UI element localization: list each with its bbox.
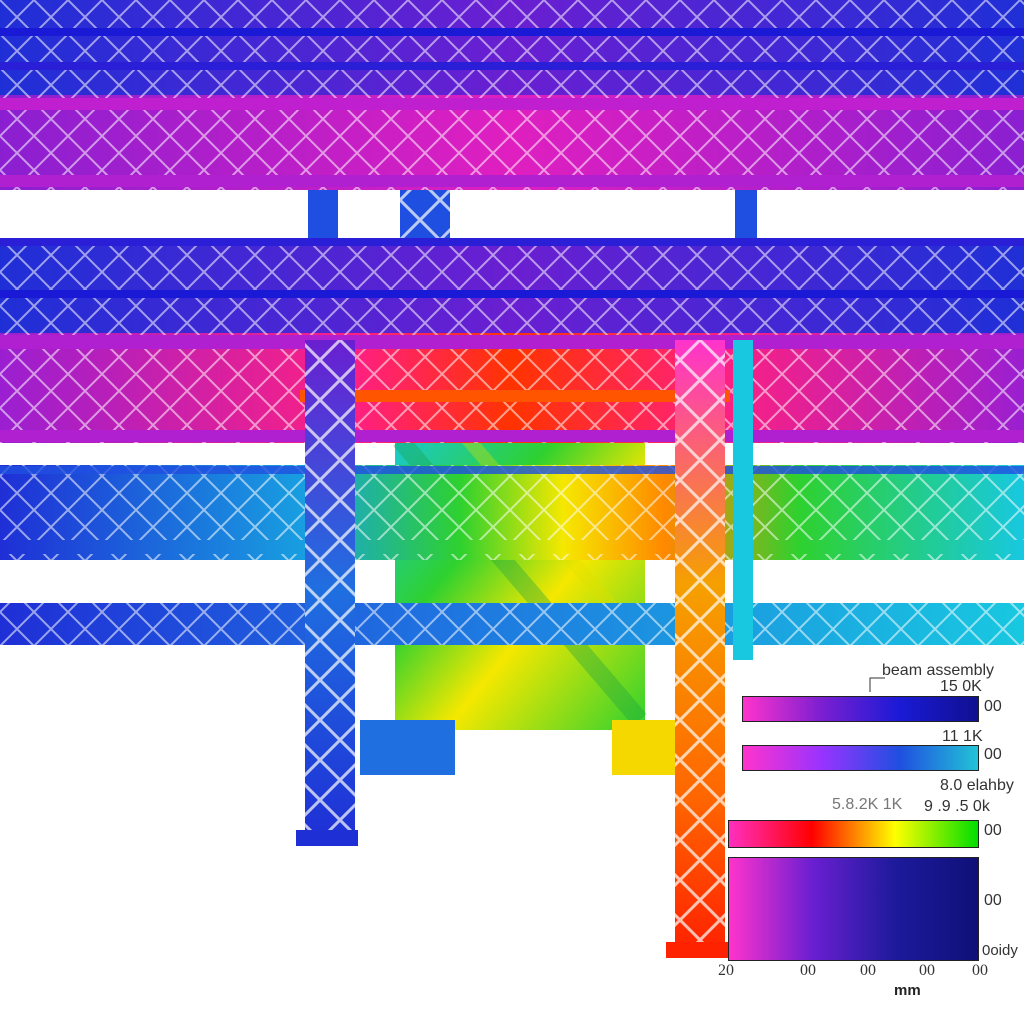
axis-tick: 00 — [800, 962, 816, 979]
legend-bar-3 — [728, 820, 979, 848]
bar-4-right-label: 00 — [984, 892, 1002, 909]
column-left — [296, 340, 358, 846]
axis-tick: 00 — [972, 962, 988, 979]
bar-1-right-label: 00 — [984, 698, 1002, 715]
truss-top-2 — [0, 95, 1024, 190]
truss-mid-3 — [0, 465, 1024, 560]
truss-mid-2 — [0, 333, 1024, 443]
legend-bar-4 — [728, 857, 979, 961]
legend-bar-2 — [742, 745, 979, 771]
bar-1-top-label: 15 0K — [940, 678, 982, 695]
truss-top-1 — [0, 0, 1024, 95]
bar-3-left-label: 5.8.2K 1K — [832, 796, 903, 813]
legend-leader — [869, 677, 885, 692]
bar-3-mid-label: 9 .9 .5 0k — [924, 798, 990, 815]
truss-low — [0, 603, 1024, 645]
legend-bar-1 — [742, 696, 979, 722]
bar-3-top-label: 8.0 elahby — [940, 777, 1014, 794]
bar-3-right-label: 00 — [984, 822, 1002, 839]
axis-tick: 00 — [860, 962, 876, 979]
legend-side-label: 0oidy — [982, 942, 1018, 959]
upper-columns — [308, 190, 757, 245]
bar-2-top-label: 11 1K — [942, 728, 983, 745]
bar-2-right-label: 00 — [984, 746, 1002, 763]
unit-label: mm — [894, 982, 921, 999]
axis-tick: 00 — [919, 962, 935, 979]
axis-tick: 20 — [718, 962, 734, 979]
truss-mid-1 — [0, 238, 1024, 333]
